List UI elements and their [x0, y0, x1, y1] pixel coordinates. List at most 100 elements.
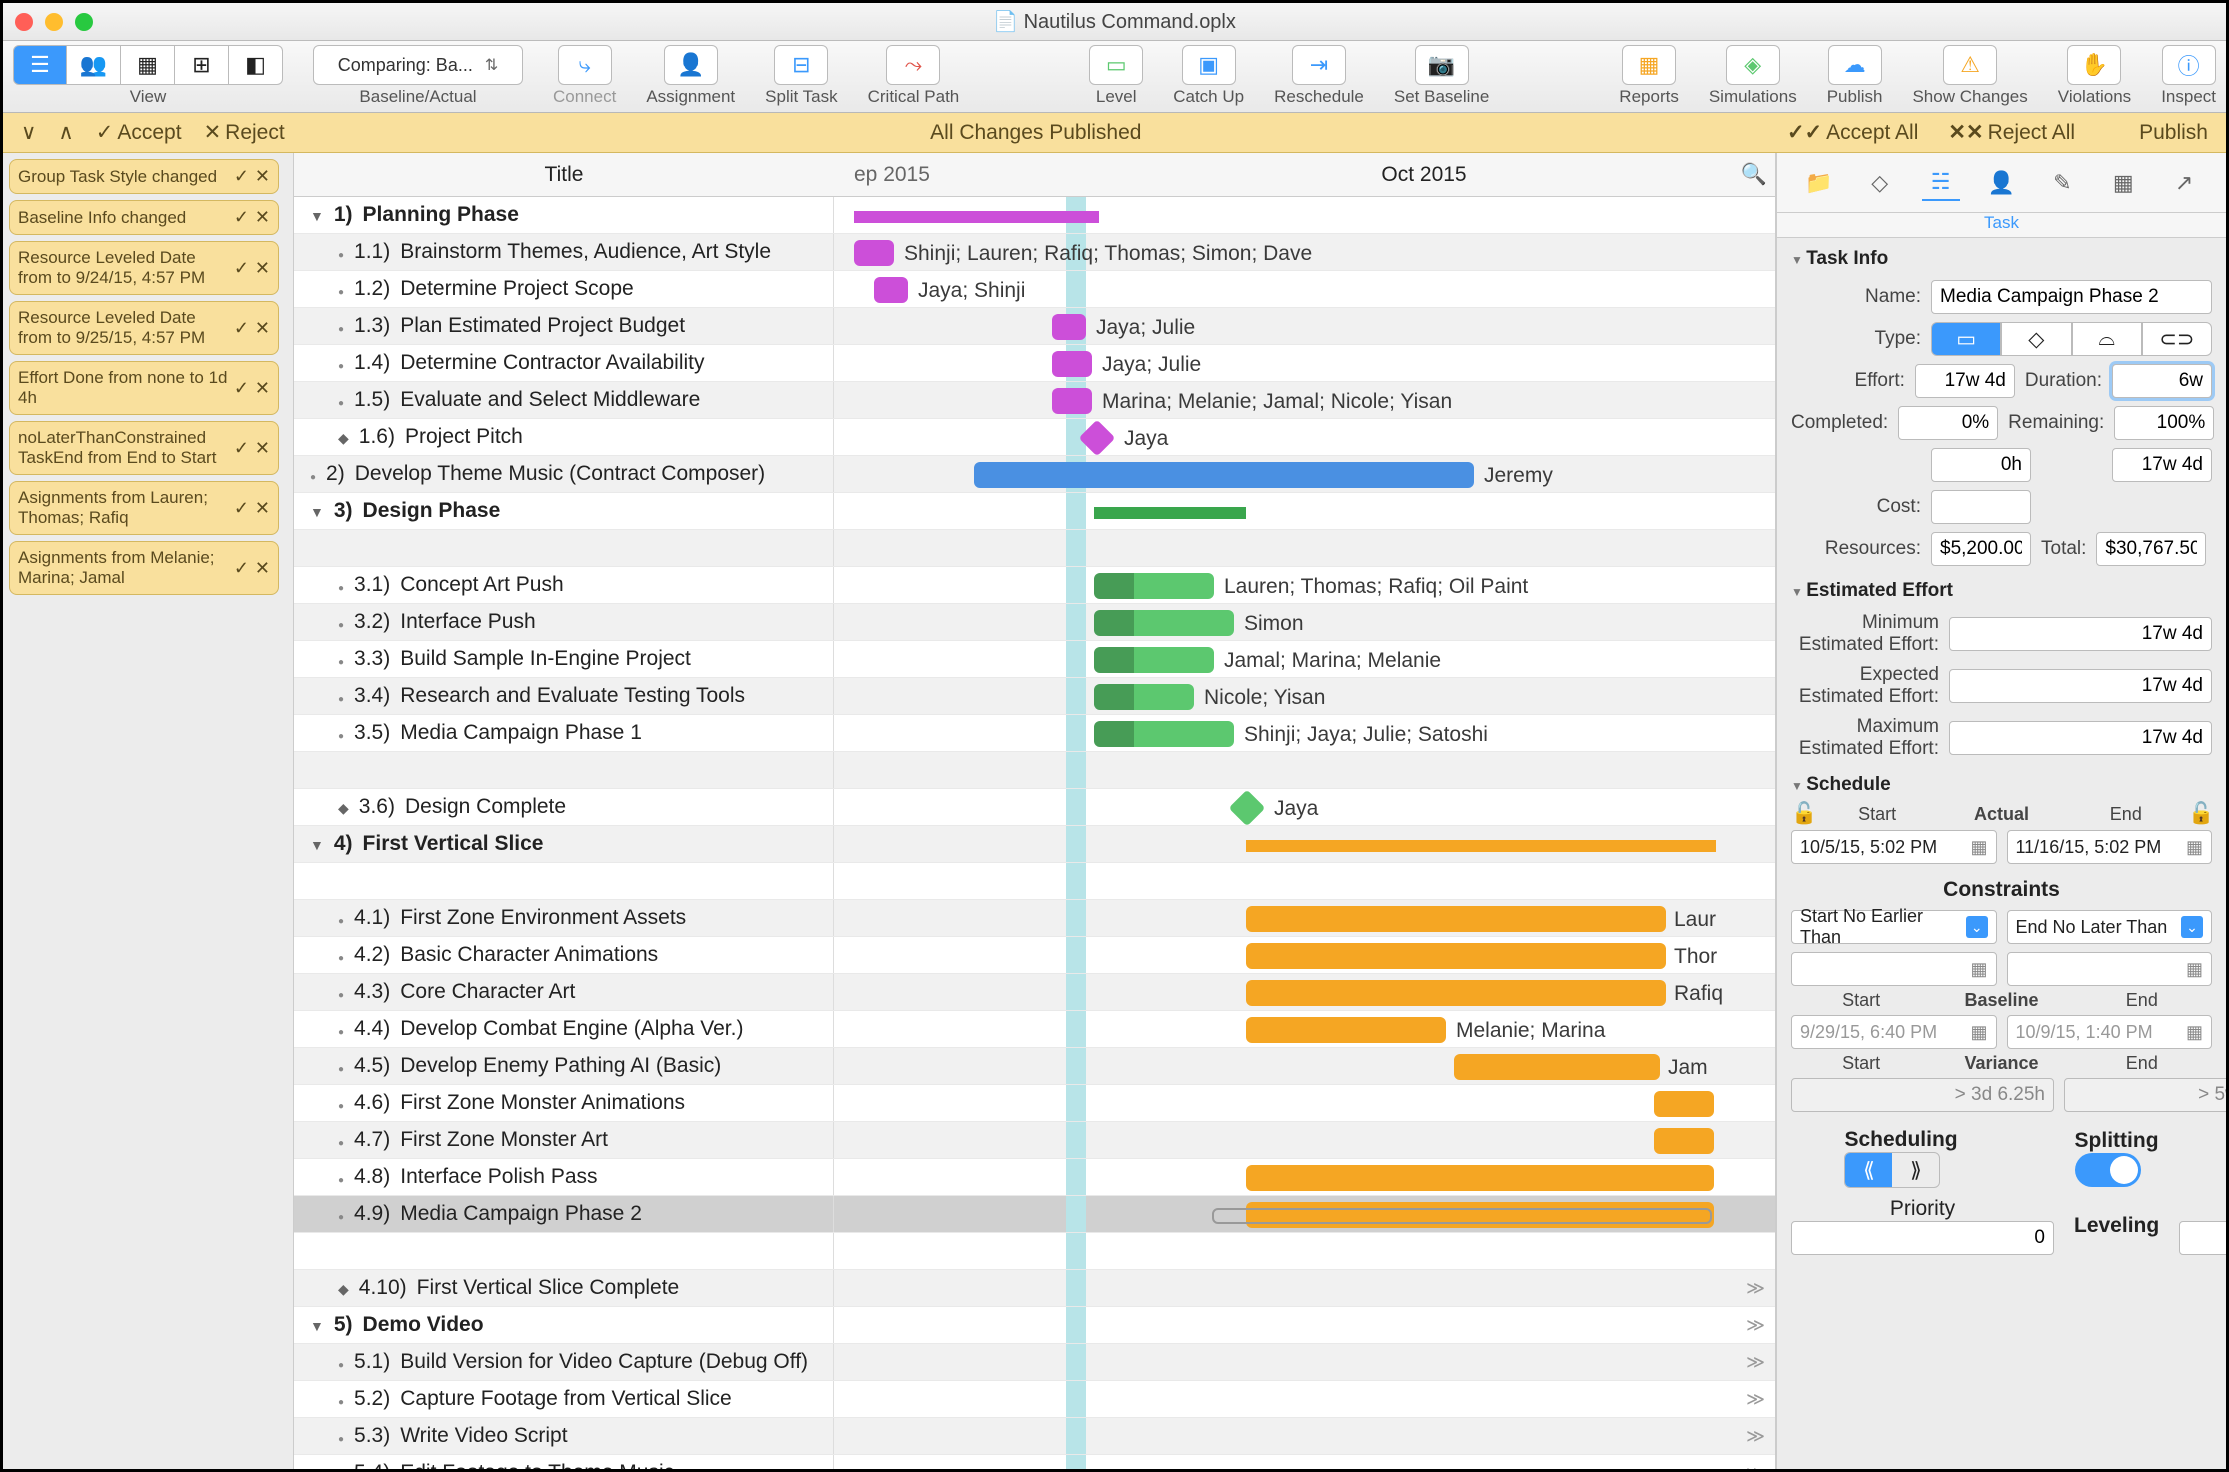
- assignment-button[interactable]: 👤: [664, 45, 718, 85]
- task-title[interactable]: Build Version for Video Capture (Debug O…: [400, 1350, 808, 1374]
- insp-tab-styles[interactable]: ✎: [2043, 165, 2081, 201]
- gantt-cell[interactable]: [834, 1159, 1775, 1195]
- task-row[interactable]: 4.4) Develop Combat Engine (Alpha Ver.) …: [294, 1011, 1775, 1048]
- constraint-end-date[interactable]: ▦: [2007, 952, 2213, 986]
- task-title[interactable]: Concept Art Push: [400, 573, 563, 597]
- gantt-cell[interactable]: ≫: [834, 1381, 1775, 1417]
- task-title[interactable]: Demo Video: [363, 1313, 484, 1337]
- level-button[interactable]: ▭: [1089, 45, 1143, 85]
- task-title[interactable]: Develop Enemy Pathing AI (Basic): [400, 1054, 721, 1078]
- gantt-cell[interactable]: ≫: [834, 1344, 1775, 1380]
- reject-change-icon[interactable]: ✕: [255, 558, 270, 579]
- view-network-button[interactable]: ⊞: [175, 45, 229, 85]
- gantt-cell[interactable]: ≫: [834, 1270, 1775, 1306]
- gantt-cell[interactable]: [834, 493, 1775, 529]
- min-effort-input[interactable]: [1949, 617, 2212, 651]
- task-row[interactable]: 4.8) Interface Polish Pass: [294, 1159, 1775, 1196]
- gantt-header[interactable]: ep 2015 Oct 2015 🔍: [834, 153, 1775, 196]
- constraint-end-select[interactable]: End No Later Than⌄: [2007, 910, 2213, 944]
- critical-path-button[interactable]: ⤳: [886, 45, 940, 85]
- task-row[interactable]: [294, 863, 1775, 900]
- type-group-icon[interactable]: ⊂⊃: [2142, 322, 2212, 356]
- accept-change-icon[interactable]: ✓: [234, 318, 249, 339]
- view-resource-button[interactable]: 👥: [67, 45, 121, 85]
- task-row[interactable]: 1.3) Plan Estimated Project Budget Jaya;…: [294, 308, 1775, 345]
- duration-input[interactable]: [2112, 364, 2212, 398]
- task-row[interactable]: 1.6) Project Pitch Jaya: [294, 419, 1775, 456]
- task-title[interactable]: Design Complete: [405, 795, 566, 819]
- gantt-cell[interactable]: Jaya: [834, 789, 1775, 825]
- task-row[interactable]: 5.2) Capture Footage from Vertical Slice…: [294, 1381, 1775, 1418]
- gantt-cell[interactable]: Jaya; Julie: [834, 345, 1775, 381]
- task-title[interactable]: Media Campaign Phase 1: [400, 721, 642, 745]
- change-card[interactable]: Resource Leveled Date from to 9/24/15, 4…: [9, 241, 279, 295]
- type-milestone-icon[interactable]: ◇: [2001, 322, 2071, 356]
- gantt-cell[interactable]: ≫: [834, 1418, 1775, 1454]
- task-title[interactable]: Write Video Script: [400, 1424, 567, 1448]
- cost-input[interactable]: [1931, 490, 2031, 524]
- change-card[interactable]: Asignments from Melanie; Marina; Jamal✓✕: [9, 541, 279, 595]
- gantt-cell[interactable]: Jeremy: [834, 456, 1775, 492]
- scheduling-direction[interactable]: ⟪⟫: [1844, 1152, 1940, 1188]
- resources-cost-input[interactable]: [1931, 532, 2031, 566]
- task-title[interactable]: Evaluate and Select Middleware: [400, 388, 700, 412]
- gantt-cell[interactable]: Jam: [834, 1048, 1775, 1084]
- task-row[interactable]: 4.7) First Zone Monster Art: [294, 1122, 1775, 1159]
- actual-start-field[interactable]: 10/5/15, 5:02 PM▦: [1791, 830, 1997, 864]
- task-row[interactable]: 4.3) Core Character Art Rafiq: [294, 974, 1775, 1011]
- task-row[interactable]: 3.2) Interface Push Simon: [294, 604, 1775, 641]
- task-title[interactable]: Design Phase: [363, 499, 501, 523]
- task-row[interactable]: 3.3) Build Sample In-Engine Project Jama…: [294, 641, 1775, 678]
- column-header-title[interactable]: Title: [294, 153, 834, 196]
- insp-tab-task[interactable]: ☵: [1922, 165, 1960, 201]
- task-title[interactable]: Brainstorm Themes, Audience, Art Style: [400, 240, 771, 264]
- task-row[interactable]: 5) Demo Video ≫: [294, 1307, 1775, 1344]
- task-row[interactable]: 1.2) Determine Project Scope Jaya; Shinj…: [294, 271, 1775, 308]
- task-title[interactable]: Edit Footage to Theme Music: [400, 1461, 674, 1469]
- accept-change-icon[interactable]: ✓: [234, 498, 249, 519]
- reject-change-icon[interactable]: ✕: [255, 166, 270, 187]
- task-title[interactable]: Project Pitch: [405, 425, 523, 449]
- gantt-cell[interactable]: Nicole; Yisan: [834, 678, 1775, 714]
- insp-tab-export[interactable]: ↗: [2165, 165, 2203, 201]
- splitting-toggle[interactable]: [2075, 1153, 2141, 1187]
- task-row[interactable]: 4.10) First Vertical Slice Complete ≫: [294, 1270, 1775, 1307]
- gantt-cell[interactable]: Thor: [834, 937, 1775, 973]
- completed-input[interactable]: [1898, 406, 1998, 440]
- publish-changes-button[interactable]: Publish: [2099, 119, 2214, 147]
- gantt-cell[interactable]: [834, 1122, 1775, 1158]
- remaining-input[interactable]: [2114, 406, 2214, 440]
- task-info-header[interactable]: Task Info: [1777, 238, 2226, 276]
- nav-down-button[interactable]: ∨: [15, 118, 42, 147]
- accept-change-icon[interactable]: ✓: [234, 558, 249, 579]
- task-title[interactable]: Interface Polish Pass: [400, 1165, 597, 1189]
- task-title[interactable]: First Zone Environment Assets: [400, 906, 686, 930]
- gantt-cell[interactable]: Marina; Melanie; Jamal; Nicole; Yisan: [834, 382, 1775, 418]
- lock-icon[interactable]: 🔓: [1791, 802, 1815, 826]
- reject-change-icon[interactable]: ✕: [255, 498, 270, 519]
- view-style-button[interactable]: ◧: [229, 45, 283, 85]
- task-title[interactable]: Planning Phase: [363, 203, 519, 227]
- insp-tab-custom[interactable]: ▦: [2104, 165, 2142, 201]
- disclosure-triangle-icon[interactable]: [310, 1313, 324, 1337]
- reject-change-icon[interactable]: ✕: [255, 318, 270, 339]
- calendar-icon[interactable]: ▦: [2186, 837, 2203, 858]
- accept-change-icon[interactable]: ✓: [234, 166, 249, 187]
- task-row[interactable]: [294, 1233, 1775, 1270]
- change-card[interactable]: noLaterThanConstrained TaskEnd from End …: [9, 421, 279, 475]
- change-card[interactable]: Baseline Info changed✓✕: [9, 200, 279, 235]
- effort-input[interactable]: [1915, 364, 2015, 398]
- gantt-cell[interactable]: Jaya; Julie: [834, 308, 1775, 344]
- gantt-cell[interactable]: Melanie; Marina: [834, 1011, 1775, 1047]
- reports-button[interactable]: ▦: [1622, 45, 1676, 85]
- change-card[interactable]: Resource Leveled Date from to 9/25/15, 4…: [9, 301, 279, 355]
- priority-input[interactable]: [1791, 1221, 2054, 1255]
- task-row[interactable]: 2) Develop Theme Music (Contract Compose…: [294, 456, 1775, 493]
- accept-all-button[interactable]: Accept All: [1781, 118, 1924, 147]
- gantt-cell[interactable]: Rafiq: [834, 974, 1775, 1010]
- inspect-button[interactable]: ⓘ: [2162, 45, 2216, 85]
- catchup-button[interactable]: ▣: [1182, 45, 1236, 85]
- task-title[interactable]: Determine Contractor Availability: [400, 351, 704, 375]
- gantt-cell[interactable]: ≫: [834, 1307, 1775, 1343]
- max-effort-input[interactable]: [1949, 721, 2212, 755]
